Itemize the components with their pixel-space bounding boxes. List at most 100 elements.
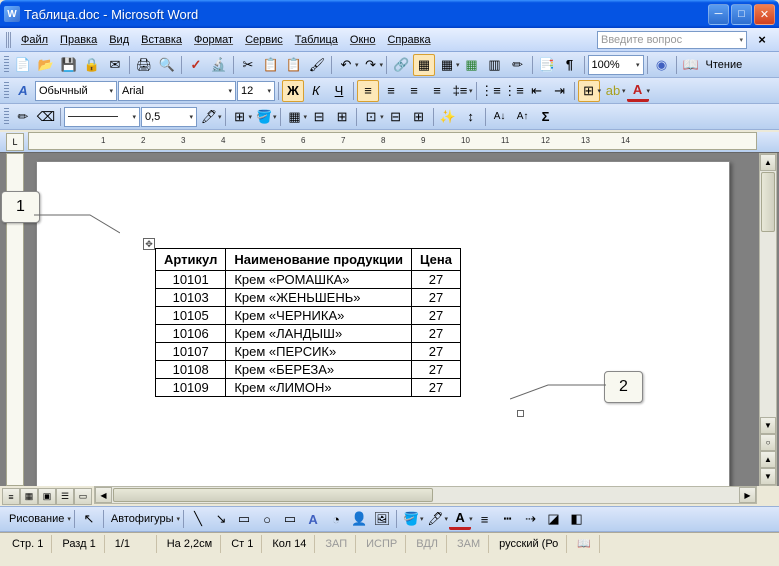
dash-style-icon[interactable]: ┅ <box>497 508 519 530</box>
font-color-draw-icon[interactable]: A <box>449 508 471 530</box>
scroll-thumb[interactable] <box>761 172 775 232</box>
align-right-icon[interactable]: ≡ <box>403 80 425 102</box>
borders-icon[interactable]: ⊞ <box>578 80 600 102</box>
email-icon[interactable]: ✉ <box>104 54 126 76</box>
table-cell[interactable]: Крем «ЛАНДЫШ» <box>226 325 412 343</box>
table-cell[interactable]: 27 <box>412 343 461 361</box>
maximize-button[interactable]: □ <box>731 4 752 25</box>
arrow-icon[interactable]: ↘ <box>210 508 232 530</box>
menu-help[interactable]: Справка <box>381 31 436 49</box>
fill-color-icon[interactable]: 🪣 <box>400 508 422 530</box>
select-objects-icon[interactable]: ↖ <box>78 508 100 530</box>
line-color-icon[interactable]: 🖊 <box>425 508 447 530</box>
draw-table-icon[interactable]: ✏ <box>12 106 34 128</box>
read-icon[interactable]: 📖 <box>680 54 702 76</box>
3d-icon[interactable]: ◧ <box>566 508 588 530</box>
sort-asc-icon[interactable]: A↓ <box>489 106 511 128</box>
zoom-combo[interactable]: 100%▾ <box>588 55 644 75</box>
copy-icon[interactable]: 📋 <box>260 54 282 76</box>
bold-icon[interactable]: Ж <box>282 80 304 102</box>
autoformat-icon[interactable]: ✨ <box>437 106 459 128</box>
new-doc-icon[interactable]: 📄 <box>12 54 34 76</box>
web-view-icon[interactable]: ▦ <box>20 488 38 505</box>
redo-icon[interactable]: ↷ <box>360 54 382 76</box>
close-doc-button[interactable]: × <box>751 29 773 51</box>
numbered-list-icon[interactable]: ⋮≡ <box>480 80 502 102</box>
text-direction-icon[interactable]: ↕ <box>460 106 482 128</box>
tab-selector[interactable]: L <box>6 133 24 151</box>
insert-table-icon[interactable]: ▦ <box>436 54 458 76</box>
print-icon[interactable]: 🖨 <box>133 54 155 76</box>
oval-icon[interactable]: ○ <box>256 508 278 530</box>
status-trk[interactable]: ИСПР <box>358 535 406 553</box>
table-cell[interactable]: 10106 <box>156 325 226 343</box>
decrease-indent-icon[interactable]: ⇤ <box>526 80 548 102</box>
outside-border-icon[interactable]: ⊞ <box>229 106 251 128</box>
hscroll-thumb[interactable] <box>113 488 433 502</box>
grip-icon[interactable] <box>6 32 11 48</box>
line-spacing-icon[interactable]: ‡≡ <box>449 80 471 102</box>
drawing-menu[interactable]: Рисование <box>5 513 68 525</box>
line-weight-combo[interactable]: 0,5▾ <box>141 107 197 127</box>
table-row[interactable]: 10106Крем «ЛАНДЫШ»27 <box>156 325 461 343</box>
bulleted-list-icon[interactable]: ⋮≡ <box>503 80 525 102</box>
sort-desc-icon[interactable]: A↑ <box>512 106 534 128</box>
grip-icon[interactable] <box>4 108 9 126</box>
autoshapes-menu[interactable]: Автофигуры <box>107 513 178 525</box>
ask-question-box[interactable]: Введите вопрос <box>597 31 747 49</box>
increase-indent-icon[interactable]: ⇥ <box>549 80 571 102</box>
outline-view-icon[interactable]: ☰ <box>56 488 74 505</box>
table-row[interactable]: 10101Крем «РОМАШКА»27 <box>156 271 461 289</box>
menu-table[interactable]: Таблица <box>289 31 344 49</box>
table-row[interactable]: 10109Крем «ЛИМОН»27 <box>156 379 461 397</box>
status-ext[interactable]: ВДЛ <box>408 535 447 553</box>
normal-view-icon[interactable]: ≡ <box>2 488 20 505</box>
status-book-icon[interactable]: 📖 <box>569 535 600 553</box>
table-resize-handle[interactable] <box>517 410 524 417</box>
reading-label[interactable]: Чтение <box>703 59 746 71</box>
excel-icon[interactable]: ▦ <box>461 54 483 76</box>
data-table[interactable]: АртикулНаименование продукцииЦена 10101К… <box>155 248 461 397</box>
columns-icon[interactable]: ▥ <box>484 54 506 76</box>
underline-icon[interactable]: Ч <box>328 80 350 102</box>
table-header[interactable]: Наименование продукции <box>226 249 412 271</box>
shading-color-icon[interactable]: 🪣 <box>253 106 275 128</box>
table-cell[interactable]: 10103 <box>156 289 226 307</box>
help-icon[interactable]: ◉ <box>651 54 673 76</box>
research-icon[interactable]: 🔬 <box>208 54 230 76</box>
minimize-button[interactable]: ─ <box>708 4 729 25</box>
prev-page-icon[interactable]: ▲ <box>760 451 776 468</box>
show-marks-icon[interactable]: ¶ <box>559 54 581 76</box>
scroll-right-icon[interactable]: ▶ <box>739 487 756 503</box>
reading-view-icon[interactable]: ▭ <box>74 488 92 505</box>
table-cell[interactable]: 10105 <box>156 307 226 325</box>
shadow-icon[interactable]: ◪ <box>543 508 565 530</box>
table-cell[interactable]: Крем «ЛИМОН» <box>226 379 412 397</box>
cut-icon[interactable]: ✂ <box>237 54 259 76</box>
menu-file[interactable]: Файл <box>15 31 54 49</box>
table-move-handle[interactable]: ✥ <box>143 238 155 250</box>
table-cell[interactable]: 27 <box>412 379 461 397</box>
grip-icon[interactable] <box>4 56 9 74</box>
table-cell[interactable]: Крем «ЧЕРНИКА» <box>226 307 412 325</box>
table-cell[interactable]: 27 <box>412 271 461 289</box>
scroll-left-icon[interactable]: ◀ <box>95 487 112 503</box>
table-cell[interactable]: 27 <box>412 361 461 379</box>
tables-borders-icon[interactable]: ▦ <box>413 54 435 76</box>
border-color-icon[interactable]: 🖊 <box>198 106 220 128</box>
table-cell[interactable]: 27 <box>412 307 461 325</box>
menu-format[interactable]: Формат <box>188 31 239 49</box>
table-cell[interactable]: 10107 <box>156 343 226 361</box>
status-rec[interactable]: ЗАП <box>317 535 356 553</box>
insert-table-icon2[interactable]: ▦ <box>284 106 306 128</box>
scroll-down-icon[interactable]: ▼ <box>760 417 776 434</box>
rectangle-icon[interactable]: ▭ <box>233 508 255 530</box>
picture-icon[interactable]: 🖼 <box>371 508 393 530</box>
hyperlink-icon[interactable]: 🔗 <box>390 54 412 76</box>
line-style-combo[interactable]: ▾ <box>64 107 140 127</box>
horizontal-ruler[interactable]: 121234567891011121314 <box>28 132 757 150</box>
highlight-icon[interactable]: ab <box>602 80 624 102</box>
line-icon[interactable]: ╲ <box>187 508 209 530</box>
wordart-icon[interactable]: A <box>302 508 324 530</box>
close-button[interactable]: ✕ <box>754 4 775 25</box>
